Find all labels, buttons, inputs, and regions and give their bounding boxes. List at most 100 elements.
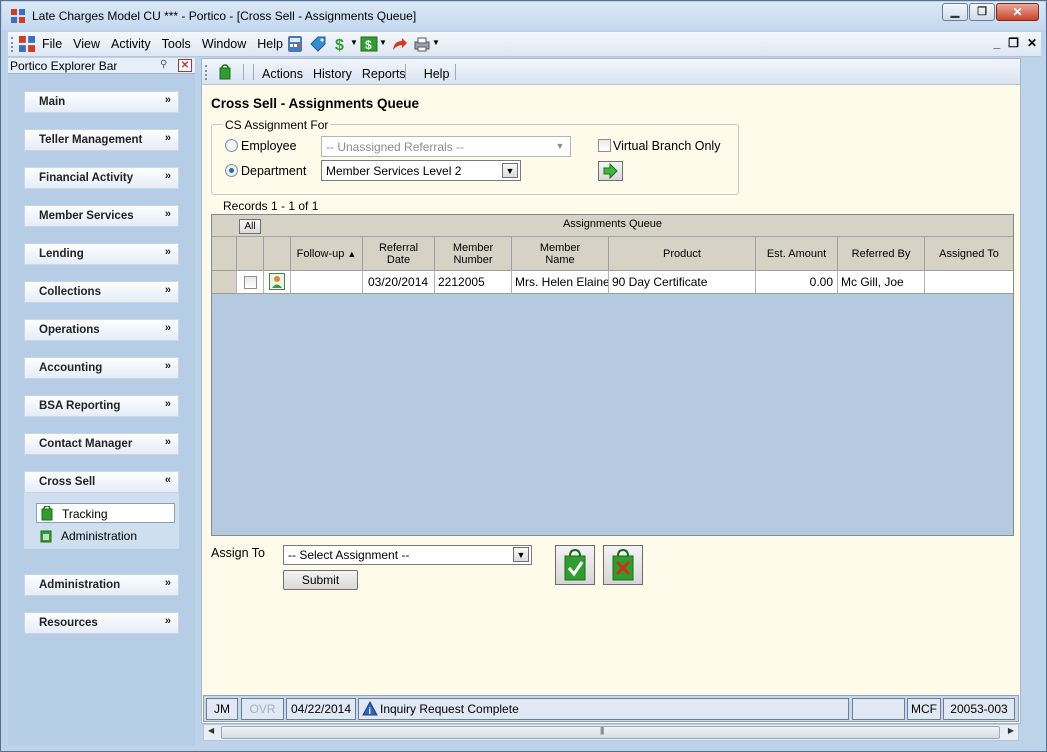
- employee-select[interactable]: -- Unassigned Referrals -- ▼: [321, 136, 571, 157]
- chevron-down-icon: »: [164, 577, 171, 589]
- mdi-close-button[interactable]: ✕: [1027, 36, 1037, 50]
- col-referral-date[interactable]: Referral Date: [363, 237, 435, 271]
- nav-group-cross-sell[interactable]: Cross Sell «: [24, 471, 179, 493]
- tag-icon[interactable]: [309, 35, 327, 53]
- explorer-bar: Portico Explorer Bar ⚲ ✕ Main» Teller Ma…: [8, 58, 195, 746]
- svg-text:$: $: [335, 37, 344, 53]
- menu-help[interactable]: Help: [257, 37, 283, 51]
- approve-button[interactable]: [555, 545, 595, 585]
- cell-member-name: Mrs. Helen Elaine: [512, 271, 609, 293]
- explorer-close-icon[interactable]: ✕: [178, 59, 192, 72]
- menu-tools[interactable]: Tools: [162, 37, 191, 51]
- nav-group-member-services[interactable]: Member Services»: [24, 205, 179, 227]
- nav-group-lending[interactable]: Lending»: [24, 243, 179, 265]
- app-window: Late Charges Model CU *** - Portico - [C…: [0, 0, 1047, 752]
- toolbar-reports[interactable]: Reports: [362, 67, 406, 81]
- col-member-number[interactable]: Member Number: [435, 237, 512, 271]
- col-est-amount[interactable]: Est. Amount: [756, 237, 838, 271]
- status-code: 20053-003: [943, 698, 1015, 720]
- toolbar-actions[interactable]: Actions: [262, 67, 303, 81]
- col-referred-by[interactable]: Referred By: [838, 237, 925, 271]
- chevron-down-icon: »: [164, 398, 171, 410]
- toolbar-help[interactable]: Help: [424, 67, 450, 81]
- restore-button[interactable]: ❐: [969, 3, 995, 21]
- mdi-restore-button[interactable]: ❐: [1008, 36, 1019, 50]
- menu-file[interactable]: File: [42, 37, 62, 51]
- row-selector[interactable]: [212, 271, 237, 293]
- assignments-grid: Assignments Queue All Follow-up ▲ Referr…: [211, 214, 1014, 536]
- cross-sell-panel: Tracking Administration: [24, 493, 179, 549]
- scroll-right-icon[interactable]: ▶: [1008, 726, 1014, 735]
- table-row[interactable]: 03/20/2014 2212005 Mrs. Helen Elaine 90 …: [212, 271, 1013, 294]
- nav-group-administration[interactable]: Administration»: [24, 574, 179, 596]
- chevron-down-icon: »: [164, 246, 171, 258]
- member-profile-icon[interactable]: [269, 273, 285, 290]
- chevron-down-icon: »: [164, 170, 171, 182]
- mdi-minimize-button[interactable]: _: [993, 36, 1000, 50]
- icon-column-header: [264, 237, 291, 271]
- submit-button[interactable]: Submit: [283, 570, 358, 590]
- title-bar: Late Charges Model CU *** - Portico - [C…: [2, 2, 1045, 30]
- virtual-branch-checkbox[interactable]: [598, 139, 611, 152]
- administration-icon: [40, 530, 52, 543]
- col-assigned-to[interactable]: Assigned To: [925, 237, 1013, 271]
- bag-checkmark-icon: [564, 548, 586, 581]
- toolbar-history[interactable]: History: [313, 67, 352, 81]
- chevron-down-icon: »: [164, 132, 171, 144]
- status-date: 04/22/2014: [286, 698, 356, 720]
- col-follow-up[interactable]: Follow-up ▲: [291, 237, 363, 271]
- department-select[interactable]: Member Services Level 2 ▼: [321, 160, 521, 181]
- redo-arrow-icon[interactable]: [390, 35, 408, 53]
- content-pane: Actions History Reports Help Cross Sell …: [201, 58, 1021, 724]
- cross-sell-bag-icon[interactable]: [219, 64, 231, 80]
- col-member-name[interactable]: Member Name: [512, 237, 609, 271]
- employee-label: Employee: [241, 139, 297, 153]
- virtual-branch-label: Virtual Branch Only: [613, 139, 721, 153]
- status-bar: JM OVR 04/22/2014 i Inquiry Request Comp…: [203, 695, 1019, 722]
- nav-group-bsa-reporting[interactable]: BSA Reporting»: [24, 395, 179, 417]
- explorer-title: Portico Explorer Bar: [10, 59, 118, 73]
- svg-text:$: $: [365, 38, 372, 52]
- department-radio[interactable]: [225, 164, 238, 177]
- dollar-icon[interactable]: $: [332, 35, 350, 53]
- nav-group-collections[interactable]: Collections»: [24, 281, 179, 303]
- go-button[interactable]: [598, 161, 623, 181]
- nav-item-tracking[interactable]: Tracking: [36, 503, 175, 523]
- grid-header: Follow-up ▲ Referral Date Member Number …: [212, 237, 1013, 271]
- menu-window[interactable]: Window: [202, 37, 246, 51]
- cell-member-number: 2212005: [435, 271, 512, 293]
- nav-group-resources[interactable]: Resources»: [24, 612, 179, 634]
- nav-group-main[interactable]: Main»: [24, 91, 179, 113]
- select-all-button[interactable]: All: [239, 219, 261, 234]
- page-title: Cross Sell - Assignments Queue: [211, 96, 420, 111]
- bag-x-icon: [612, 548, 634, 581]
- cs-assignment-legend: CS Assignment For: [223, 118, 331, 132]
- scrollbar-thumb[interactable]: [221, 726, 1000, 739]
- menu-activity[interactable]: Activity: [111, 37, 151, 51]
- chevron-down-icon: »: [164, 436, 171, 448]
- printer-dropdown-icon[interactable]: ▼: [432, 38, 450, 56]
- menubar-grip[interactable]: [11, 37, 14, 52]
- nav-group-accounting[interactable]: Accounting»: [24, 357, 179, 379]
- nav-group-operations[interactable]: Operations»: [24, 319, 179, 341]
- status-message-panel: i Inquiry Request Complete: [358, 698, 849, 720]
- printer-icon[interactable]: [413, 35, 431, 53]
- cash-drawer-icon[interactable]: $: [360, 35, 378, 53]
- nav-group-teller-management[interactable]: Teller Management»: [24, 129, 179, 151]
- menu-view[interactable]: View: [73, 37, 100, 51]
- pin-icon[interactable]: ⚲: [160, 59, 174, 72]
- employee-radio[interactable]: [225, 139, 238, 152]
- nav-group-financial-activity[interactable]: Financial Activity»: [24, 167, 179, 189]
- reject-button[interactable]: [603, 545, 643, 585]
- scroll-left-icon[interactable]: ◀: [208, 726, 214, 735]
- row-checkbox[interactable]: [244, 276, 257, 289]
- toolbar-grip[interactable]: [205, 65, 208, 80]
- horizontal-scrollbar[interactable]: ◀ ||| ▶: [203, 724, 1019, 741]
- nav-group-contact-manager[interactable]: Contact Manager»: [24, 433, 179, 455]
- close-window-button[interactable]: ✕: [996, 3, 1039, 21]
- minimize-button[interactable]: ▁: [942, 3, 968, 21]
- assign-to-select[interactable]: -- Select Assignment -- ▼: [283, 545, 532, 565]
- nav-item-administration[interactable]: Administration: [36, 526, 175, 546]
- calculator-icon[interactable]: [286, 35, 304, 53]
- col-product[interactable]: Product: [609, 237, 756, 271]
